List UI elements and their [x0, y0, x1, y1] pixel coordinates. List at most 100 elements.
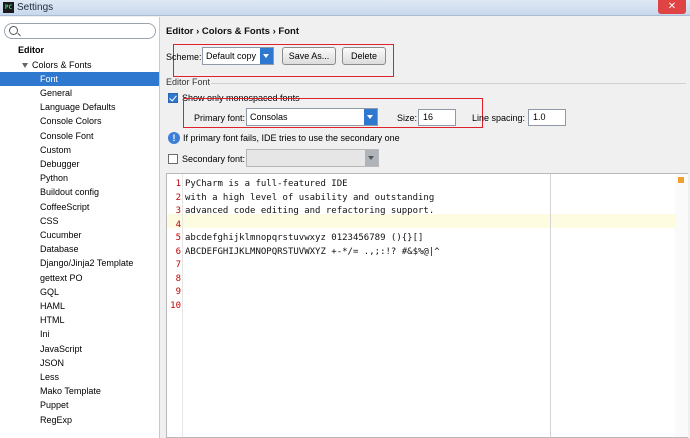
sidebar-item[interactable]: CSS: [0, 214, 159, 228]
sidebar-item[interactable]: RegExp: [0, 413, 159, 427]
code-line: advanced code editing and refactoring su…: [185, 206, 435, 216]
editor-scrollbar[interactable]: [675, 174, 688, 437]
sidebar-item[interactable]: Editor: [0, 43, 159, 57]
sidebar-item-label: Debugger: [40, 158, 80, 169]
sidebar-item[interactable]: Console Colors: [0, 114, 159, 128]
line-spacing-input[interactable]: 1.0: [528, 109, 566, 126]
sidebar-item-label: Cucumber: [40, 229, 82, 240]
code-line: PyCharm is a full-featured IDE: [185, 179, 348, 189]
primary-font-dropdown[interactable]: Consolas: [246, 108, 378, 126]
sidebar-item[interactable]: JSON: [0, 356, 159, 370]
title-bar: PC Settings ✕: [0, 0, 690, 16]
pycharm-app-icon: PC: [3, 2, 14, 13]
secondary-font-label: Secondary font:: [182, 154, 246, 164]
sidebar-item[interactable]: Less: [0, 370, 159, 384]
sidebar-item-label: Language Defaults: [40, 102, 116, 113]
sidebar-item[interactable]: Puppet: [0, 398, 159, 412]
section-divider: [211, 83, 686, 84]
scheme-dropdown[interactable]: Default copy: [202, 47, 274, 65]
delete-button[interactable]: Delete: [342, 47, 386, 65]
secondary-font-dropdown[interactable]: [246, 149, 379, 167]
fallback-info-text: If primary font fails, IDE tries to use …: [183, 133, 400, 143]
sidebar-item-label: Python: [40, 173, 69, 184]
sidebar-item[interactable]: Python: [0, 171, 159, 185]
sidebar-item-label: HAML: [40, 300, 66, 311]
sidebar-item-label: JavaScript: [40, 343, 83, 354]
sidebar-item-label: gettext PO: [40, 272, 83, 283]
sidebar-item-label: Editor: [18, 45, 44, 55]
sidebar-item[interactable]: Django/Jinja2 Template: [0, 256, 159, 270]
chevron-down-icon: [260, 48, 273, 64]
sidebar-item-label: Custom: [40, 144, 72, 155]
sidebar-item[interactable]: Ini: [0, 327, 159, 341]
sidebar-item[interactable]: Database: [0, 242, 159, 256]
sidebar-item-label: Console Colors: [40, 116, 102, 127]
search-icon: [9, 26, 18, 35]
sidebar-item[interactable]: General: [0, 86, 159, 100]
save-as-button[interactable]: Save As...: [282, 47, 336, 65]
line-number: 10: [170, 300, 181, 311]
line-number: 3: [175, 206, 181, 216]
sidebar-item[interactable]: Cucumber: [0, 228, 159, 242]
sidebar-item[interactable]: Buildout config: [0, 185, 159, 199]
sidebar-item[interactable]: Console Font: [0, 129, 159, 143]
scheme-value: Default copy: [206, 51, 257, 61]
expand-triangle-icon[interactable]: [22, 62, 28, 68]
sidebar-item-label: Buildout config: [40, 187, 100, 198]
settings-sidebar: Editor Colors & Fonts Font General Language …: [0, 17, 160, 438]
breadcrumb: Editor › Colors & Fonts › Font: [166, 26, 299, 37]
chevron-down-icon: [364, 109, 377, 125]
error-stripe-marker[interactable]: [678, 177, 684, 183]
scheme-label: Scheme:: [166, 52, 202, 62]
font-size-input[interactable]: 16: [418, 109, 456, 126]
primary-font-label: Primary font:: [194, 113, 246, 123]
sidebar-item-label: JSON: [40, 357, 65, 368]
code-line: with a high level of usability and outst…: [185, 192, 435, 203]
sidebar-item[interactable]: JavaScript: [0, 342, 159, 356]
line-number: 9: [175, 287, 181, 297]
line-number: 7: [175, 260, 181, 270]
line-number: 8: [175, 273, 181, 284]
sidebar-item-label: RegExp: [40, 414, 73, 425]
code-line: abcdefghijklmnopqrstuvwxyz 0123456789 ()…: [185, 233, 424, 243]
chevron-down-icon: [365, 150, 378, 166]
line-number: 5: [175, 233, 181, 243]
close-window-button[interactable]: ✕: [658, 0, 686, 14]
sidebar-item-label: GQL: [40, 286, 60, 297]
sidebar-item[interactable]: Mako Template: [0, 384, 159, 398]
sidebar-item[interactable]: Custom: [0, 143, 159, 157]
sidebar-item-label: Ini: [40, 329, 50, 340]
sidebar-item-label: Console Font: [40, 130, 94, 141]
right-margin-guide: [550, 174, 551, 437]
info-icon: !: [168, 132, 180, 144]
secondary-font-checkbox[interactable]: [168, 154, 178, 164]
sidebar-item-label: Colors & Fonts: [32, 59, 92, 70]
sidebar-item[interactable]: Debugger: [0, 157, 159, 171]
size-label: Size:: [397, 113, 418, 123]
sidebar-item[interactable]: HAML: [0, 299, 159, 313]
sidebar-item-label: Mako Template: [40, 386, 101, 397]
sidebar-item-label: CoffeeScript: [40, 201, 90, 212]
sidebar-item-label: Font: [40, 73, 59, 84]
sidebar-item[interactable]: Font: [0, 71, 159, 86]
sidebar-item[interactable]: CoffeeScript: [0, 200, 159, 214]
font-preview-editor[interactable]: 1 PyCharm is a full-featured IDE 2 with a h…: [166, 173, 688, 438]
monospaced-only-checkbox[interactable]: [168, 93, 178, 103]
sidebar-item[interactable]: Language Defaults: [0, 100, 159, 114]
window-title: Settings: [17, 2, 54, 13]
line-spacing-label: Line spacing:: [472, 113, 526, 123]
sidebar-item-label: General: [40, 87, 73, 98]
line-number: 4: [175, 219, 181, 230]
sidebar-item-label: CSS: [40, 215, 59, 226]
line-number: 1: [175, 179, 181, 189]
line-number: 2: [175, 192, 181, 203]
sidebar-item[interactable]: GQL: [0, 285, 159, 299]
sidebar-item[interactable]: gettext PO: [0, 271, 159, 285]
sidebar-item-label: HTML: [40, 315, 65, 326]
font-settings-panel: Editor › Colors & Fonts › Font Scheme: D…: [161, 17, 690, 438]
sidebar-item[interactable]: HTML: [0, 313, 159, 327]
sidebar-item-label: Puppet: [40, 400, 69, 411]
settings-search-input[interactable]: [4, 23, 156, 39]
primary-font-value: Consolas: [250, 112, 288, 122]
sidebar-item[interactable]: Colors & Fonts: [0, 58, 159, 72]
